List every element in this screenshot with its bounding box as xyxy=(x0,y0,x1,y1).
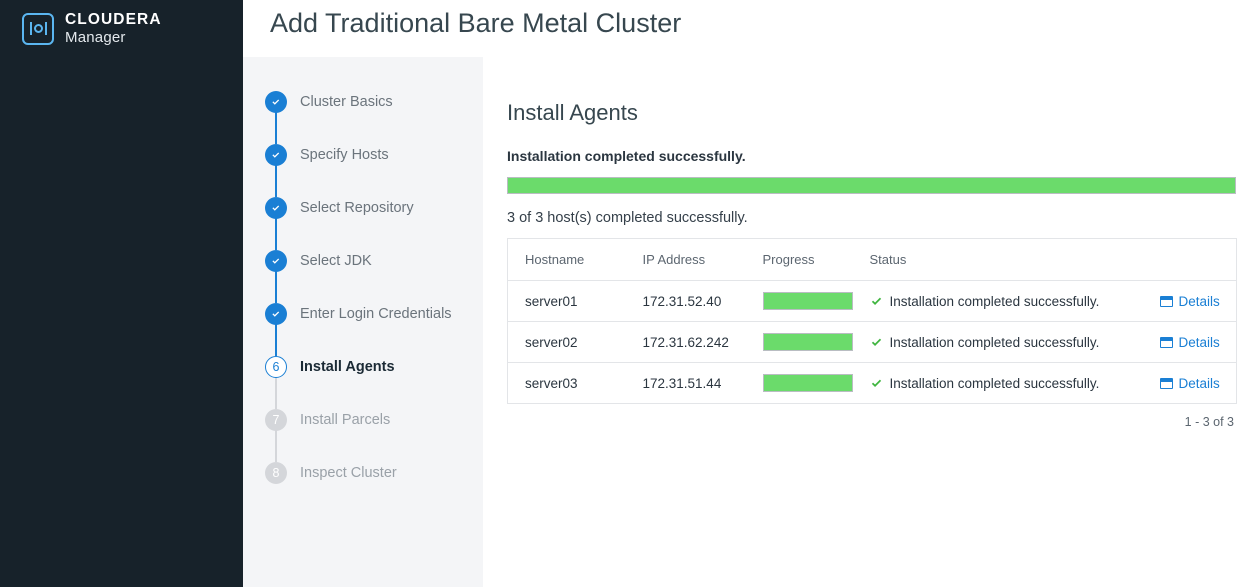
step-connector xyxy=(275,165,277,197)
details-label: Details xyxy=(1178,375,1220,391)
cloudera-mark-icon xyxy=(22,12,54,45)
step-check-icon xyxy=(265,302,287,325)
details-label: Details xyxy=(1178,293,1220,309)
cell-actions: Details xyxy=(1142,280,1237,322)
title-bar: Add Traditional Bare Metal Cluster xyxy=(243,0,1247,57)
table-row: server02 172.31.62.242 Installation comple… xyxy=(507,321,1237,363)
step-connector xyxy=(275,112,277,144)
step-check-icon xyxy=(265,196,287,219)
step-check-icon xyxy=(265,143,287,166)
logo-right-bar xyxy=(44,22,47,36)
details-link[interactable]: Details xyxy=(1159,375,1237,391)
cell-hostname: server01 xyxy=(507,280,626,322)
wizard-step-label: Cluster Basics xyxy=(300,93,393,110)
table-row: server03 172.31.51.44 Installation complet… xyxy=(507,362,1237,404)
wizard-step-list: Cluster Basics Specify Hosts Select Reposi… xyxy=(243,57,483,499)
cell-ip-address: 172.31.62.242 xyxy=(625,321,746,363)
details-link[interactable]: Details xyxy=(1159,293,1237,309)
wizard-step-select-jdk[interactable]: Select JDK xyxy=(243,234,483,303)
brand-name: CLOUDERA xyxy=(65,11,162,28)
hosts-table: Hostname IP Address Progress Status serv… xyxy=(507,238,1237,404)
section-title: Install Agents xyxy=(507,100,638,125)
table-pager: 1 - 3 of 3 xyxy=(1184,415,1234,429)
step-connector xyxy=(275,271,277,303)
details-label: Details xyxy=(1178,334,1220,350)
row-progress-bar xyxy=(762,292,853,310)
cell-actions: Details xyxy=(1142,321,1237,363)
logo-left-bar xyxy=(29,22,32,36)
cell-actions: Details xyxy=(1142,362,1237,404)
wizard-step-install-agents[interactable]: 6 Install Agents xyxy=(243,340,483,409)
wizard-step-label: Specify Hosts xyxy=(300,146,389,163)
row-progress-fill xyxy=(763,334,852,350)
status-text: Installation completed successfully. xyxy=(889,293,1100,309)
cell-hostname: server03 xyxy=(507,362,626,404)
wizard-step-select-repository[interactable]: Select Repository xyxy=(243,181,483,250)
column-header-progress: Progress xyxy=(745,238,853,281)
overall-progress-fill xyxy=(508,178,1235,193)
wizard-step-label: Enter Login Credentials xyxy=(300,305,452,322)
row-progress-fill xyxy=(763,375,852,391)
column-header-ip-address: IP Address xyxy=(625,238,746,281)
wizard-step-install-parcels[interactable]: 7 Install Parcels xyxy=(243,393,483,462)
status-text: Installation completed successfully. xyxy=(889,334,1100,350)
status-headline: Installation completed successfully. xyxy=(507,148,746,164)
step-connector xyxy=(275,324,277,356)
status-text: Installation completed successfully. xyxy=(889,375,1100,391)
cell-ip-address: 172.31.51.44 xyxy=(625,362,746,404)
column-header-status: Status xyxy=(852,238,1143,281)
main-content-card: Install Agents Installation completed su… xyxy=(483,76,1247,587)
row-progress-bar xyxy=(762,374,853,392)
cell-progress xyxy=(745,280,853,322)
step-check-icon xyxy=(265,249,287,272)
row-progress-fill xyxy=(763,293,852,309)
cell-hostname: server02 xyxy=(507,321,626,363)
wizard-step-enter-login-credentials[interactable]: Enter Login Credentials xyxy=(243,287,483,356)
wizard-step-label: Select Repository xyxy=(300,199,414,216)
step-check-icon xyxy=(265,90,287,113)
wizard-steps-panel: Cluster Basics Specify Hosts Select Reposi… xyxy=(243,57,483,587)
window-icon xyxy=(1159,377,1173,389)
wizard-step-label: Select JDK xyxy=(300,252,372,269)
app-rail: CLOUDERA Manager xyxy=(0,0,243,587)
step-number-badge: 6 xyxy=(265,355,287,378)
window-icon xyxy=(1159,295,1173,307)
step-connector xyxy=(275,430,277,462)
row-progress-bar xyxy=(762,333,853,351)
wizard-step-label: Install Agents xyxy=(300,358,395,375)
cell-status: Installation completed successfully. xyxy=(852,280,1143,322)
wizard-step-cluster-basics[interactable]: Cluster Basics xyxy=(243,75,483,144)
page-title: Add Traditional Bare Metal Cluster xyxy=(270,8,682,38)
details-link[interactable]: Details xyxy=(1159,334,1237,350)
wizard-step-label: Inspect Cluster xyxy=(300,464,397,481)
table-row: server01 172.31.52.40 Installation complet… xyxy=(507,280,1237,322)
wizard-step-specify-hosts[interactable]: Specify Hosts xyxy=(243,128,483,197)
cell-status: Installation completed successfully. xyxy=(852,362,1143,404)
window-icon xyxy=(1159,336,1173,348)
completion-summary: 3 of 3 host(s) completed successfully. xyxy=(507,210,748,226)
cell-progress xyxy=(745,321,853,363)
column-header-actions xyxy=(1142,238,1237,281)
brand-logo[interactable]: CLOUDERA Manager xyxy=(0,0,243,46)
cell-ip-address: 172.31.52.40 xyxy=(625,280,746,322)
overall-progress-bar xyxy=(507,177,1236,194)
table-header-row: Hostname IP Address Progress Status xyxy=(507,238,1237,281)
cell-status: Installation completed successfully. xyxy=(852,321,1143,363)
wizard-step-label: Install Parcels xyxy=(300,411,391,428)
step-connector xyxy=(275,377,277,409)
logo-center-dot xyxy=(33,24,43,34)
step-number-badge: 7 xyxy=(265,408,287,431)
step-connector xyxy=(275,218,277,250)
cell-progress xyxy=(745,362,853,404)
step-number-badge: 8 xyxy=(265,461,287,484)
brand-subtitle: Manager xyxy=(65,28,126,46)
column-header-hostname: Hostname xyxy=(507,238,626,281)
wizard-step-inspect-cluster[interactable]: 8 Inspect Cluster xyxy=(243,446,483,499)
